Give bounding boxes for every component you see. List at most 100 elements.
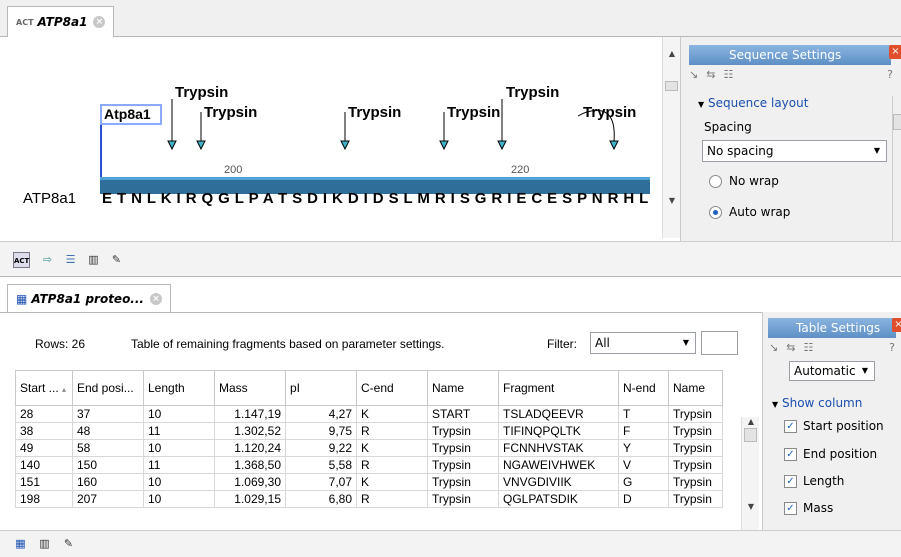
column-header[interactable]: Name [668,370,723,406]
scroll-up-icon[interactable]: ▲ [663,49,681,58]
scroll-thumb[interactable] [893,114,901,130]
expand-icon: ▼ [772,400,779,409]
scroll-up-icon[interactable]: ▲ [742,417,760,426]
ruler-tick: 220 [511,164,530,176]
editor-tabstrip [0,0,901,37]
tools-icon[interactable]: ⇆ [786,341,795,357]
panel-toolbar: ↘ ⇆ ☷ ? [763,338,901,360]
column-header[interactable]: Name [427,370,499,406]
table-row[interactable]: 28 37 10 1.147,19 4,27 K START TSLADQEEV… [15,405,723,423]
scroll-down-icon[interactable]: ▼ [663,196,681,205]
table-row[interactable]: 49 58 10 1.120,24 9,22 K Trypsin FCNNHVS… [15,439,723,457]
table-row[interactable]: 38 48 11 1.302,52 9,75 R Trypsin TIFINQP… [15,422,723,440]
site-arrow-icon [439,140,449,151]
save-settings-icon[interactable]: ☷ [723,68,733,84]
panel-title: Sequence Settings [689,45,891,65]
help-icon[interactable]: ? [887,68,893,84]
annotation-table-icon[interactable]: ✎ [60,536,77,552]
radio-label: No wrap [729,174,779,188]
expand-icon: ▼ [698,100,705,109]
tab-proteolytic-table[interactable]: ▦ ATP8a1 proteo... × [7,284,171,312]
scroll-thumb[interactable] [665,81,678,91]
sequence-scrollbar[interactable]: ▲ ▼ [662,37,680,238]
filter-dropdown[interactable]: All ▼ [590,332,696,354]
annotation-box[interactable]: Atp8a1 [100,104,162,125]
section-sequence-layout[interactable]: ▼ Sequence layout [698,96,808,110]
close-icon[interactable]: × [889,45,901,59]
enzyme-label: Trypsin [447,104,501,121]
tools-icon[interactable]: ⇆ [706,68,715,84]
table-row[interactable]: 140 150 11 1.368,50 5,58 R Trypsin NGAWE… [15,456,723,474]
close-icon[interactable]: × [149,292,162,305]
tab-atp8a1-sequence[interactable]: ACT ATP8a1 × [7,6,115,37]
column-header[interactable]: End posi... [72,370,144,406]
scroll-down-icon[interactable]: ▼ [742,502,760,511]
chevron-down-icon: ▼ [873,146,880,155]
table-description: Table of remaining fragments based on pa… [131,337,445,351]
sequence-settings-panel: Sequence Settings × ↘ ⇆ ☷ ? ▼ Sequence l… [680,37,901,241]
checkbox-label: Length [803,474,845,488]
close-icon[interactable]: × [93,16,106,28]
tab-title: ATP8a1 proteo... [31,291,144,306]
column-header[interactable]: pI [285,370,357,406]
column-header[interactable]: Mass [214,370,286,406]
radio-no-wrap[interactable] [709,175,722,188]
column-header[interactable]: Fragment [498,370,619,406]
tab-title: ATP8a1 [37,15,88,29]
column-header[interactable]: Length [143,370,215,406]
table-view-icon[interactable]: ▦ [12,536,29,552]
filter-text-input[interactable] [701,331,738,355]
pin-icon[interactable]: ↘ [689,68,698,84]
site-arrow-icon [609,140,619,151]
sequence-view-icon[interactable]: ACT [13,252,30,268]
checkbox-start-position[interactable]: ✓ [784,420,797,433]
checkbox-end-position[interactable]: ✓ [784,448,797,461]
checkbox-length[interactable]: ✓ [784,475,797,488]
scroll-thumb[interactable] [744,428,757,442]
spacing-dropdown[interactable]: No spacing ▼ [702,140,887,162]
table-settings-panel: Table Settings × ↘ ⇆ ☷ ? Automatic ▼ ▼ S… [762,312,901,530]
section-show-column[interactable]: ▼ Show column [772,396,862,410]
checkbox-label: End position [803,447,878,461]
save-settings-icon[interactable]: ☷ [803,341,813,357]
site-arrow-icon [340,140,350,151]
row-count: Rows: 26 [35,337,86,351]
enzyme-label: Trypsin [583,104,637,121]
enzyme-label: Trypsin [506,84,560,101]
sequence-name: ATP8a1 [23,190,77,207]
sort-icon: ▴ [62,385,67,394]
sequence-residues: E T N L K I R Q G L P A T S D I K D I D … [102,190,649,207]
enzyme-label: Trypsin [204,104,258,121]
column-header[interactable]: Start ... ▴ [15,370,73,406]
radio-auto-wrap[interactable] [709,206,722,219]
history-icon[interactable]: ▥ [36,536,53,552]
graphical-view-icon[interactable]: ⇨ [39,252,56,268]
pin-icon[interactable]: ↘ [769,341,778,357]
fragments-table: Start ... ▴ End posi... Length Mass pI C… [15,370,723,508]
enzyme-label: Trypsin [175,84,229,101]
history-icon[interactable]: ▥ [85,252,102,268]
table-row[interactable]: 151 160 10 1.069,30 7,07 K Trypsin VNVGD… [15,473,723,491]
column-mode-dropdown[interactable]: Automatic ▼ [789,361,875,381]
enzyme-label: Trypsin [348,104,402,121]
table-icon: ▦ [16,291,28,306]
panel-toolbar: ↘ ⇆ ☷ ? [681,65,901,87]
annotation-table-icon[interactable]: ✎ [108,252,125,268]
filter-label: Filter: [547,337,577,351]
panel-title: Table Settings [768,318,896,338]
column-header[interactable]: C-end [356,370,428,406]
checkbox-mass[interactable]: ✓ [784,502,797,515]
table-scrollbar[interactable]: ▲ ▼ [741,417,759,530]
help-icon[interactable]: ? [889,341,895,357]
checkbox-label: Start position [803,419,884,433]
text-view-icon[interactable]: ☰ [62,252,79,268]
column-header[interactable]: N-end [618,370,669,406]
table-header-row: Start ... ▴ End posi... Length Mass pI C… [15,370,723,406]
ruler-tick: 200 [224,164,243,176]
settings-scrollbar[interactable] [892,96,901,241]
table-row[interactable]: 198 207 10 1.029,15 6,80 R Trypsin QGLPA… [15,490,723,508]
close-icon[interactable]: × [892,318,901,332]
spacing-label: Spacing [704,120,752,134]
site-arrow-icon [167,140,177,151]
site-arrow-icon [497,140,507,151]
